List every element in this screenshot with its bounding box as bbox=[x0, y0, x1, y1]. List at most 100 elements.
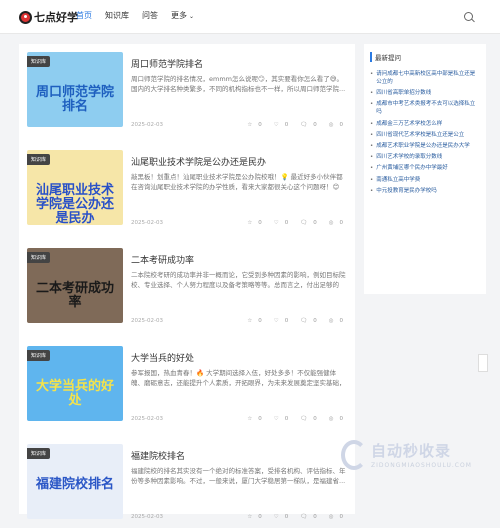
stat-value: 0 bbox=[339, 220, 344, 226]
watermark-mark-icon bbox=[341, 440, 367, 470]
article-title[interactable]: 福建院校排名 bbox=[131, 449, 185, 462]
article-card[interactable]: 知识库 汕尾职业技术学院是公办还是民办 汕尾职业技术学院是公办还是民办 敲黑板！… bbox=[27, 150, 347, 234]
stat-value: 0 bbox=[339, 122, 344, 128]
article-excerpt: 周口师范学院的排名情况，emmm怎么说呢😏，其实要看你怎么看了😅。国内的大学排名… bbox=[131, 75, 346, 93]
sidebar-latest-questions: 最新提问 • 请问成都七中高新校区高中部是私立还是公立的 • 四川省高职单招分数线 • 成… bbox=[364, 44, 486, 294]
stat-value: 0 bbox=[339, 318, 344, 324]
stat-icon: ◎ bbox=[328, 220, 334, 226]
stat-0: ☆ 0 bbox=[241, 318, 261, 324]
nav-qa[interactable]: 问答 bbox=[142, 10, 158, 21]
stat-1: ♡ 0 bbox=[268, 220, 288, 226]
stat-value: 0 bbox=[258, 416, 262, 422]
article-title[interactable]: 二本考研成功率 bbox=[131, 253, 194, 266]
thumbnail-title: 汕尾职业技术学院是公办还是民办 bbox=[35, 183, 114, 226]
stat-value: 0 bbox=[313, 318, 317, 324]
site-logo[interactable]: 七点好学 bbox=[19, 9, 78, 25]
stat-icon: ◎ bbox=[328, 122, 334, 128]
stat-0: ☆ 0 bbox=[241, 220, 261, 226]
article-title[interactable]: 周口师范学院排名 bbox=[131, 57, 203, 70]
article-stats: ☆ 0 ♡ 0 🗨 0 ◎ 0 bbox=[235, 122, 343, 128]
stat-0: ☆ 0 bbox=[241, 416, 261, 422]
scroll-side-tab[interactable] bbox=[478, 354, 488, 372]
nav-home[interactable]: 首页 bbox=[76, 10, 92, 21]
article-date: 2025-02-03 bbox=[131, 220, 163, 226]
sidebar-question-item[interactable]: • 成都金三万艺术学校怎么样 bbox=[370, 120, 480, 128]
thumbnail-title: 福建院校排名 bbox=[35, 477, 114, 492]
article-card[interactable]: 知识库 周口师范学院排名 周口师范学院排名 周口师范学院的排名情况，emmm怎么… bbox=[27, 52, 347, 136]
article-thumbnail[interactable]: 知识库 二本考研成功率 bbox=[27, 248, 123, 323]
stat-icon: ☆ bbox=[247, 514, 253, 520]
stat-icon: ☆ bbox=[247, 416, 253, 422]
thumbnail-title: 大学当兵的好处 bbox=[35, 379, 114, 408]
thumbnail-tag: 知识库 bbox=[27, 56, 51, 67]
bullet-icon: • bbox=[370, 120, 374, 127]
article-thumbnail[interactable]: 知识库 大学当兵的好处 bbox=[27, 346, 123, 421]
bullet-icon: • bbox=[370, 187, 374, 194]
sidebar-question-text: 成都市中考艺术类报考不去可以选择私立吗 bbox=[376, 101, 476, 116]
sidebar-question-text: 成都艺术职业学院是公办还是民办大学 bbox=[376, 142, 470, 149]
bullet-icon: • bbox=[370, 154, 374, 161]
stat-3: ◎ 0 bbox=[323, 416, 343, 422]
stat-2: 🗨 0 bbox=[294, 318, 316, 324]
search-icon[interactable] bbox=[464, 12, 473, 21]
stat-icon: 🗨 bbox=[300, 122, 308, 128]
chevron-down-icon: ⌄ bbox=[189, 13, 195, 20]
sidebar-question-item[interactable]: • 四川省现代艺术学校是私立还是公立 bbox=[370, 131, 480, 139]
watermark-subtext: ZIDONGMIAOSHOULU.COM bbox=[371, 462, 472, 469]
article-date: 2025-02-03 bbox=[131, 122, 163, 128]
stat-value: 0 bbox=[284, 514, 289, 520]
stat-value: 0 bbox=[258, 318, 262, 324]
article-card[interactable]: 知识库 大学当兵的好处 大学当兵的好处 参军报国，热血青春！🔥 大学期间选择入伍… bbox=[27, 346, 347, 430]
sidebar-question-item[interactable]: • 成都艺术职业学院是公办还是民办大学 bbox=[370, 142, 480, 150]
stat-3: ◎ 0 bbox=[323, 318, 343, 324]
stat-icon: 🗨 bbox=[300, 416, 308, 422]
article-excerpt: 参军报国，热血青春！🔥 大学期间选择入伍，好处多多！不仅能强健体魄、磨砺意志，还… bbox=[131, 369, 346, 387]
stat-value: 0 bbox=[284, 220, 289, 226]
article-stats: ☆ 0 ♡ 0 🗨 0 ◎ 0 bbox=[235, 416, 343, 422]
stat-1: ♡ 0 bbox=[268, 416, 288, 422]
article-card[interactable]: 知识库 福建院校排名 福建院校排名 福建院校的排名其实没有一个绝对的标准答案，受… bbox=[27, 444, 347, 528]
sidebar-question-item[interactable]: • 中元投教育是民办学校吗 bbox=[370, 187, 480, 195]
stat-icon: ☆ bbox=[247, 220, 253, 226]
article-thumbnail[interactable]: 知识库 福建院校排名 bbox=[27, 444, 123, 519]
thumbnail-tag: 知识库 bbox=[27, 154, 51, 165]
stat-value: 0 bbox=[313, 220, 317, 226]
thumbnail-tag: 知识库 bbox=[27, 252, 51, 263]
sidebar-question-text: 中元投教育是民办学校吗 bbox=[376, 187, 437, 194]
sidebar-question-text: 请问成都七中高新校区高中部是私立还是公立的 bbox=[376, 71, 476, 85]
nav-more[interactable]: 更多 ⌄ bbox=[171, 10, 194, 21]
sidebar-question-item[interactable]: • 请问成都七中高新校区高中部是私立还是公立的 bbox=[370, 70, 480, 86]
article-stats: ☆ 0 ♡ 0 🗨 0 ◎ 0 bbox=[235, 318, 343, 324]
sidebar-question-item[interactable]: • 四川省高职单招分数线 bbox=[370, 89, 480, 97]
sidebar-question-item[interactable]: • 成都市中考艺术类报考不去可以选择私立吗 bbox=[370, 100, 480, 116]
article-title[interactable]: 汕尾职业技术学院是公办还是民办 bbox=[131, 155, 266, 168]
watermark-logo: 自动秒收录 ZIDONGMIAOSHOULU.COM bbox=[335, 438, 485, 478]
stat-icon: ◎ bbox=[328, 514, 334, 520]
sidebar-question-item[interactable]: • 四川艺术学校的录取分数线 bbox=[370, 153, 480, 161]
stat-icon: ♡ bbox=[273, 122, 279, 128]
sidebar-question-item[interactable]: • 广州黄埔区哪个民办中学最好 bbox=[370, 164, 480, 172]
watermark-text: 自动秒收录 bbox=[371, 442, 452, 460]
stat-value: 0 bbox=[339, 514, 344, 520]
sidebar-question-item[interactable]: • 南通私立高中学费 bbox=[370, 176, 480, 184]
stat-2: 🗨 0 bbox=[294, 514, 316, 520]
article-title[interactable]: 大学当兵的好处 bbox=[131, 351, 194, 364]
bullet-icon: • bbox=[370, 142, 374, 149]
article-card[interactable]: 知识库 二本考研成功率 二本考研成功率 二本院校考研的成功率并非一概而论，它受到… bbox=[27, 248, 347, 332]
article-thumbnail[interactable]: 知识库 周口师范学院排名 bbox=[27, 52, 123, 127]
stat-2: 🗨 0 bbox=[294, 416, 316, 422]
stat-icon: 🗨 bbox=[300, 514, 308, 520]
logo-icon bbox=[19, 10, 32, 24]
bullet-icon: • bbox=[370, 176, 374, 183]
stat-2: 🗨 0 bbox=[294, 122, 316, 128]
stat-3: ◎ 0 bbox=[323, 514, 343, 520]
bullet-icon: • bbox=[370, 71, 374, 77]
stat-value: 0 bbox=[258, 220, 262, 226]
stat-icon: ♡ bbox=[273, 220, 279, 226]
article-stats: ☆ 0 ♡ 0 🗨 0 ◎ 0 bbox=[235, 220, 343, 226]
stat-0: ☆ 0 bbox=[241, 122, 261, 128]
stat-icon: ♡ bbox=[273, 318, 279, 324]
stat-1: ♡ 0 bbox=[268, 122, 288, 128]
article-thumbnail[interactable]: 知识库 汕尾职业技术学院是公办还是民办 bbox=[27, 150, 123, 225]
nav-knowledge[interactable]: 知识库 bbox=[105, 10, 129, 21]
